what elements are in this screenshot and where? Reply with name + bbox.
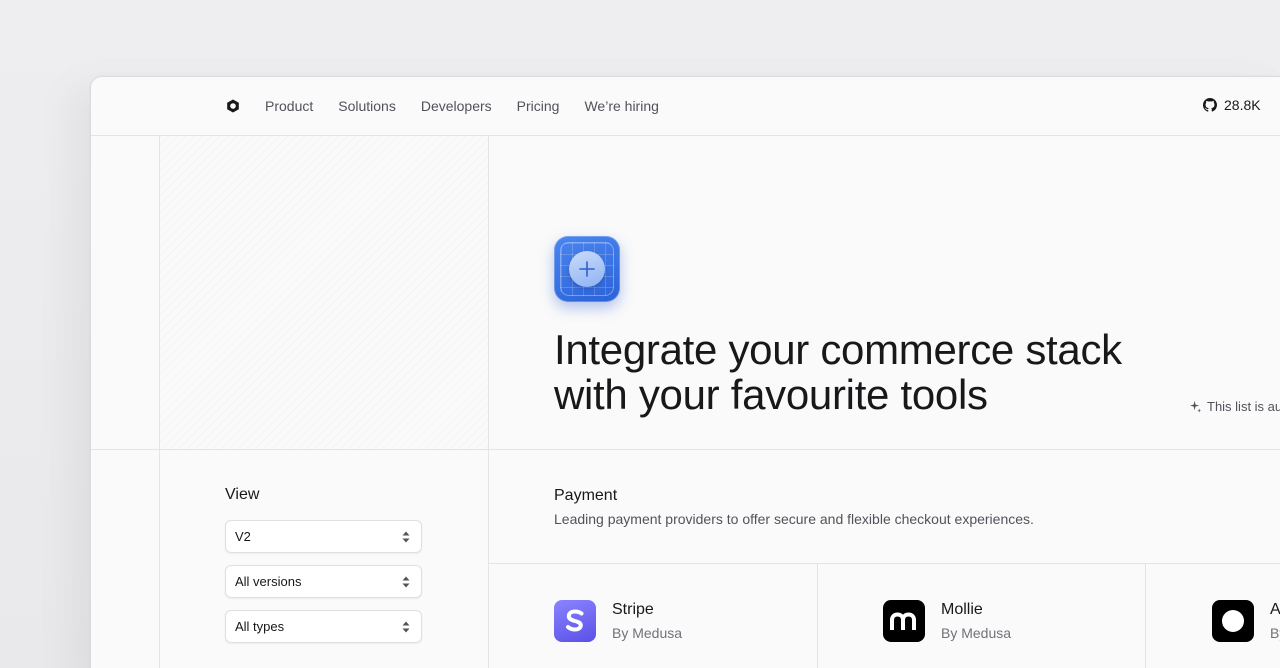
card-author: By	[1270, 625, 1280, 641]
divider	[1145, 564, 1146, 668]
card-name: Mollie	[941, 601, 983, 618]
nav-link-solutions[interactable]: Solutions	[338, 97, 396, 115]
nav-link-pricing[interactable]: Pricing	[517, 97, 560, 115]
top-navigation: Product Solutions Developers Pricing We’…	[91, 77, 1280, 136]
view-label: View	[225, 486, 260, 503]
stripe-logo-icon	[554, 600, 596, 642]
github-icon	[1203, 98, 1217, 112]
divider	[488, 563, 1280, 564]
card-name: Stripe	[612, 601, 654, 618]
sparkle-icon	[1189, 400, 1202, 413]
chevron-up-down-icon	[402, 576, 410, 588]
plus-app-icon	[554, 236, 620, 302]
ai-note: This list is au	[1189, 399, 1280, 414]
nav-links: Product Solutions Developers Pricing We’…	[265, 97, 659, 115]
divider	[488, 136, 489, 668]
plus-icon	[579, 261, 595, 277]
mollie-logo-icon	[883, 600, 925, 642]
card-author: By Medusa	[612, 625, 683, 641]
medusa-logo-icon[interactable]	[226, 99, 240, 113]
circle-logo-icon	[1212, 600, 1254, 642]
types-select[interactable]: All types	[225, 610, 422, 643]
section-title: Payment	[554, 487, 618, 504]
page-title: Integrate your commerce stack with your …	[554, 326, 1122, 418]
nav-link-developers[interactable]: Developers	[421, 97, 492, 115]
divider	[91, 449, 1280, 450]
browser-window: Product Solutions Developers Pricing We’…	[90, 76, 1280, 668]
version-select[interactable]: V2	[225, 520, 422, 553]
versions-select[interactable]: All versions	[225, 565, 422, 598]
card-name: A	[1270, 601, 1280, 618]
section-description: Leading payment providers to offer secur…	[554, 511, 1034, 527]
hatched-panel	[160, 136, 488, 449]
github-stars-link[interactable]: 28.8K	[1203, 97, 1261, 113]
card-author: By Medusa	[941, 625, 1012, 641]
chevron-up-down-icon	[402, 531, 410, 543]
nav-link-product[interactable]: Product	[265, 97, 313, 115]
github-stars-count: 28.8K	[1224, 97, 1261, 113]
divider	[159, 136, 160, 668]
chevron-up-down-icon	[402, 621, 410, 633]
nav-link-hiring[interactable]: We’re hiring	[584, 97, 658, 115]
divider	[817, 564, 818, 668]
